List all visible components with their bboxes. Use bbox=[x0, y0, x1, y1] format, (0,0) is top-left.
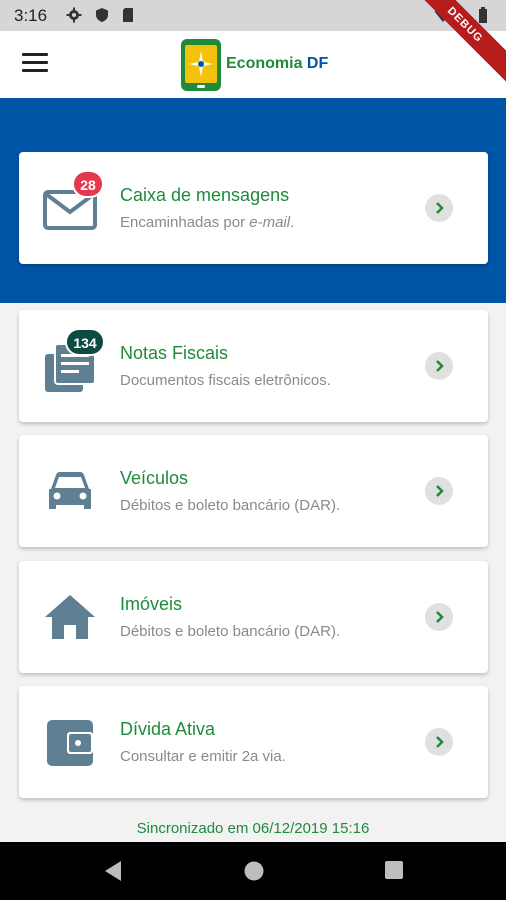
wallet-icon bbox=[47, 720, 93, 766]
app-brand: Economia DF bbox=[226, 55, 328, 73]
sync-status: Sincronizado em 06/12/2019 15:16 bbox=[136, 820, 370, 837]
chevron-right-icon[interactable] bbox=[425, 603, 453, 631]
card-subtitle: Consultar e emitir 2a via. bbox=[120, 748, 286, 765]
card-title: Dívida Ativa bbox=[120, 719, 216, 739]
card-title: Notas Fiscais bbox=[120, 343, 229, 363]
chevron-right-icon[interactable] bbox=[425, 728, 453, 756]
card-imoveis[interactable]: Imóveis Débitos e boleto bancário (DAR). bbox=[19, 561, 488, 673]
chevron-right-icon[interactable] bbox=[425, 352, 453, 380]
message-count-badge: 28 bbox=[72, 170, 104, 198]
sd-card-icon bbox=[123, 8, 133, 22]
card-caixa-de-mensagens[interactable]: 28 Caixa de mensagens Encaminhadas por e… bbox=[19, 152, 488, 264]
app-bar: Economia DF bbox=[0, 31, 506, 100]
shield-icon bbox=[96, 8, 108, 22]
brand-prefix: Economia bbox=[226, 55, 307, 72]
battery-icon bbox=[479, 7, 487, 23]
card-subtitle: Débitos e boleto bancário (DAR). bbox=[120, 497, 341, 514]
card-title: Caixa de mensagens bbox=[120, 185, 290, 205]
card-title: Imóveis bbox=[120, 594, 183, 614]
gear-icon bbox=[66, 7, 82, 23]
notes-count-badge: 134 bbox=[65, 328, 105, 356]
card-subtitle: Documentos fiscais eletrônicos. bbox=[120, 372, 331, 389]
card-subtitle: Débitos e boleto bancário (DAR). bbox=[120, 623, 341, 640]
chevron-right-icon[interactable] bbox=[425, 194, 453, 222]
system-nav-bar bbox=[0, 842, 506, 900]
home-icon[interactable] bbox=[243, 860, 265, 882]
recents-icon[interactable] bbox=[384, 860, 404, 880]
card-subtitle: Encaminhadas por e-mail. bbox=[120, 214, 295, 231]
hamburger-menu-icon[interactable] bbox=[22, 53, 48, 75]
back-icon[interactable] bbox=[103, 860, 123, 882]
brand-suffix: DF bbox=[306, 55, 329, 72]
card-title: Veículos bbox=[120, 468, 189, 488]
car-icon bbox=[49, 472, 91, 509]
status-time: 3:16 bbox=[14, 6, 48, 25]
card-veiculos[interactable]: Veículos Débitos e boleto bancário (DAR)… bbox=[19, 435, 488, 547]
card-notas-fiscais[interactable]: 134 Notas Fiscais Documentos fiscais ele… bbox=[19, 310, 488, 422]
chevron-right-icon[interactable] bbox=[425, 477, 453, 505]
house-icon bbox=[45, 595, 95, 639]
economia-df-logo bbox=[181, 39, 221, 91]
card-divida-ativa[interactable]: Dívida Ativa Consultar e emitir 2a via. bbox=[19, 686, 488, 798]
